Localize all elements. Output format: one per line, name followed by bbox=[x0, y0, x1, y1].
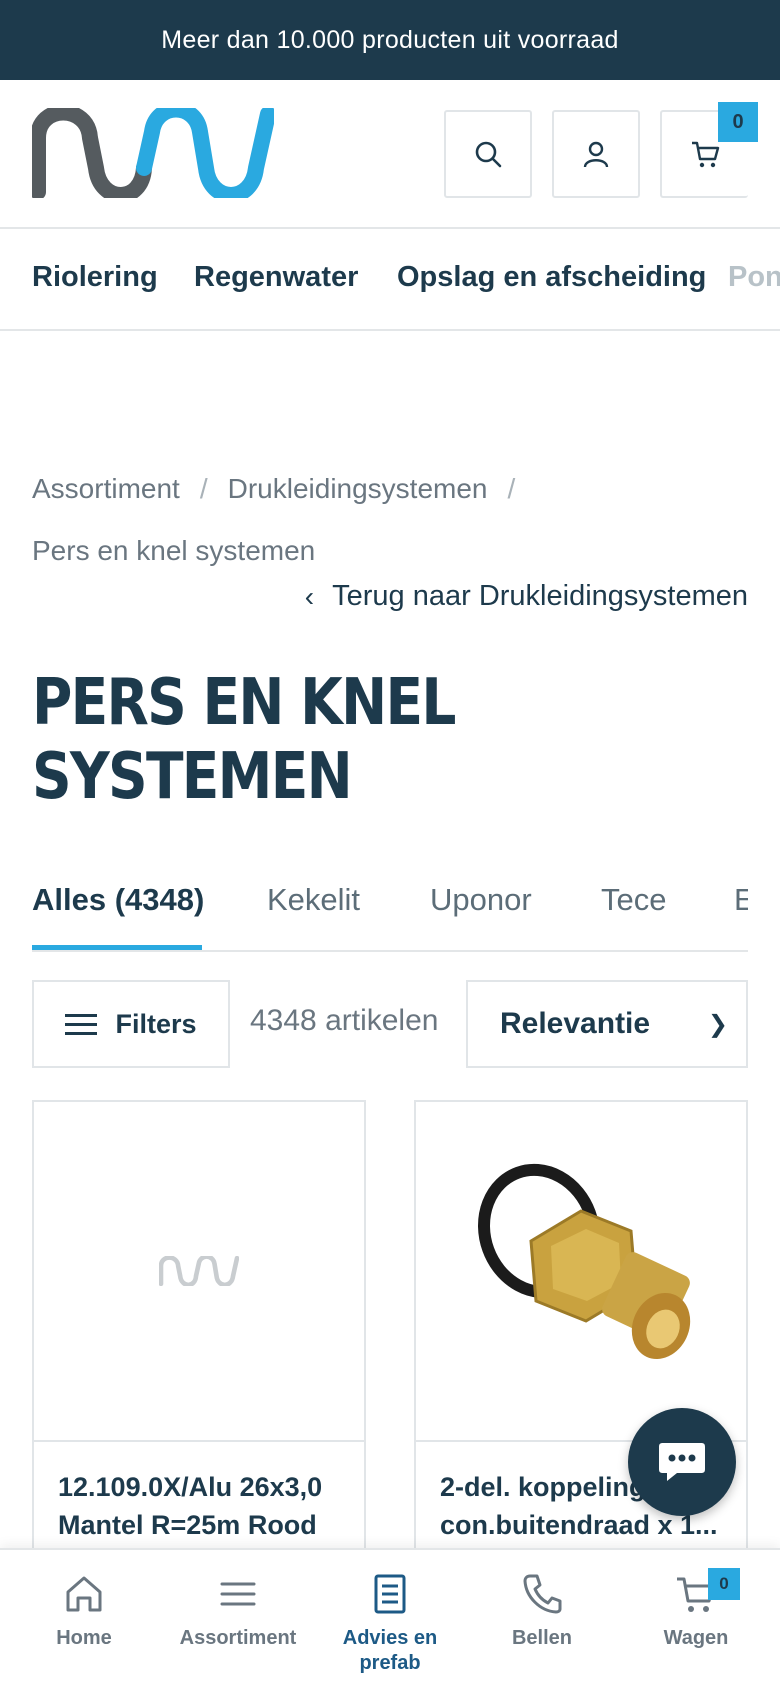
breadcrumb: Assortiment / Drukleidingsystemen / Pers en… bbox=[32, 458, 752, 582]
brass-coupling-image bbox=[478, 1163, 691, 1360]
placeholder-logo-icon bbox=[159, 1256, 239, 1286]
filters-label: Filters bbox=[115, 1008, 197, 1039]
bottom-nav-label: Assortiment bbox=[179, 1627, 297, 1649]
menu-icon bbox=[220, 1582, 256, 1606]
page-title: PERS EN KNEL SYSTEMEN bbox=[32, 666, 456, 814]
home-icon bbox=[66, 1576, 102, 1612]
bottom-nav-advies-en-prefab[interactable]: Advies en prefab bbox=[312, 1572, 468, 1676]
document-icon bbox=[374, 1574, 406, 1614]
announcement-bar: Meer dan 10.000 producten uit voorraad bbox=[0, 0, 780, 80]
category-opslag-en-afscheiding[interactable]: Opslag en afscheiding bbox=[397, 261, 706, 294]
phone-icon bbox=[523, 1574, 562, 1614]
bottom-nav-assortiment[interactable]: Assortiment bbox=[160, 1572, 316, 1651]
site-header: 0 bbox=[0, 80, 780, 229]
tab-uponor[interactable]: Uponor bbox=[430, 882, 532, 918]
category-pon[interactable]: Pon bbox=[728, 261, 780, 294]
category-riolering[interactable]: Riolering bbox=[32, 261, 158, 294]
cart-icon bbox=[692, 141, 720, 168]
cart-button[interactable]: 0 bbox=[660, 102, 758, 198]
back-link-label: Terug naar Drukleidingsystemen bbox=[332, 580, 748, 612]
category-nav: Riolering Regenwater Opslag en afscheidi… bbox=[0, 231, 780, 331]
cart-count-badge: 0 bbox=[718, 102, 758, 142]
cart-count-badge: 0 bbox=[708, 1568, 740, 1600]
product-name[interactable]: 12.109.0X/Alu 26x3,0 Mantel R=25m Rood bbox=[58, 1468, 348, 1544]
back-link[interactable]: ‹ Terug naar Drukleidingsystemen bbox=[305, 580, 748, 613]
bottom-nav-label: Advies en prefab bbox=[342, 1627, 438, 1674]
user-icon bbox=[583, 141, 609, 168]
bottom-nav-bellen[interactable]: Bellen bbox=[464, 1572, 620, 1651]
breadcrumb-assortiment[interactable]: Assortiment bbox=[32, 473, 180, 504]
bottom-nav-home[interactable]: Home bbox=[6, 1572, 162, 1651]
chat-icon bbox=[659, 1443, 705, 1481]
announcement-text: Meer dan 10.000 producten uit voorraad bbox=[161, 25, 619, 54]
filters-button[interactable]: Filters bbox=[32, 980, 230, 1068]
sort-value: Relevantie bbox=[500, 1007, 651, 1040]
brand-logo[interactable] bbox=[32, 108, 274, 198]
search-icon bbox=[475, 141, 502, 168]
product-image bbox=[34, 1102, 364, 1442]
search-button[interactable] bbox=[444, 110, 532, 198]
menu-icon bbox=[65, 1013, 98, 1035]
breadcrumb-current: Pers en knel systemen bbox=[32, 535, 316, 566]
bottom-nav-label: Wagen bbox=[663, 1627, 729, 1649]
chevron-down-icon: ❯ bbox=[707, 1011, 728, 1038]
bottom-nav-label: Home bbox=[56, 1627, 112, 1649]
tab-e[interactable]: E bbox=[734, 882, 748, 918]
brand-tabs: Alles (4348) Kekelit Uponor Tece E bbox=[32, 850, 748, 952]
breadcrumb-separator: / bbox=[507, 473, 516, 504]
tab-alles[interactable]: Alles (4348) bbox=[32, 882, 204, 918]
chevron-left-icon: ‹ bbox=[304, 580, 315, 612]
breadcrumb-drukleidingsystemen[interactable]: Drukleidingsystemen bbox=[228, 473, 488, 504]
chat-button[interactable] bbox=[628, 1408, 736, 1516]
bottom-nav-wagen[interactable]: 0 Wagen bbox=[618, 1568, 774, 1651]
category-regenwater[interactable]: Regenwater bbox=[194, 261, 358, 294]
active-tab-indicator bbox=[32, 945, 202, 950]
account-button[interactable] bbox=[552, 110, 640, 198]
bottom-nav: Home Assortiment Advies en prefab Bellen… bbox=[0, 1548, 780, 1688]
result-count: 4348 artikelen bbox=[250, 1004, 439, 1037]
sort-select[interactable]: Relevantie ❯ bbox=[466, 980, 748, 1068]
breadcrumb-separator: / bbox=[199, 473, 208, 504]
product-image bbox=[416, 1102, 746, 1442]
tab-tece[interactable]: Tece bbox=[601, 882, 666, 918]
bottom-nav-label: Bellen bbox=[511, 1627, 573, 1649]
tab-kekelit[interactable]: Kekelit bbox=[267, 882, 360, 918]
